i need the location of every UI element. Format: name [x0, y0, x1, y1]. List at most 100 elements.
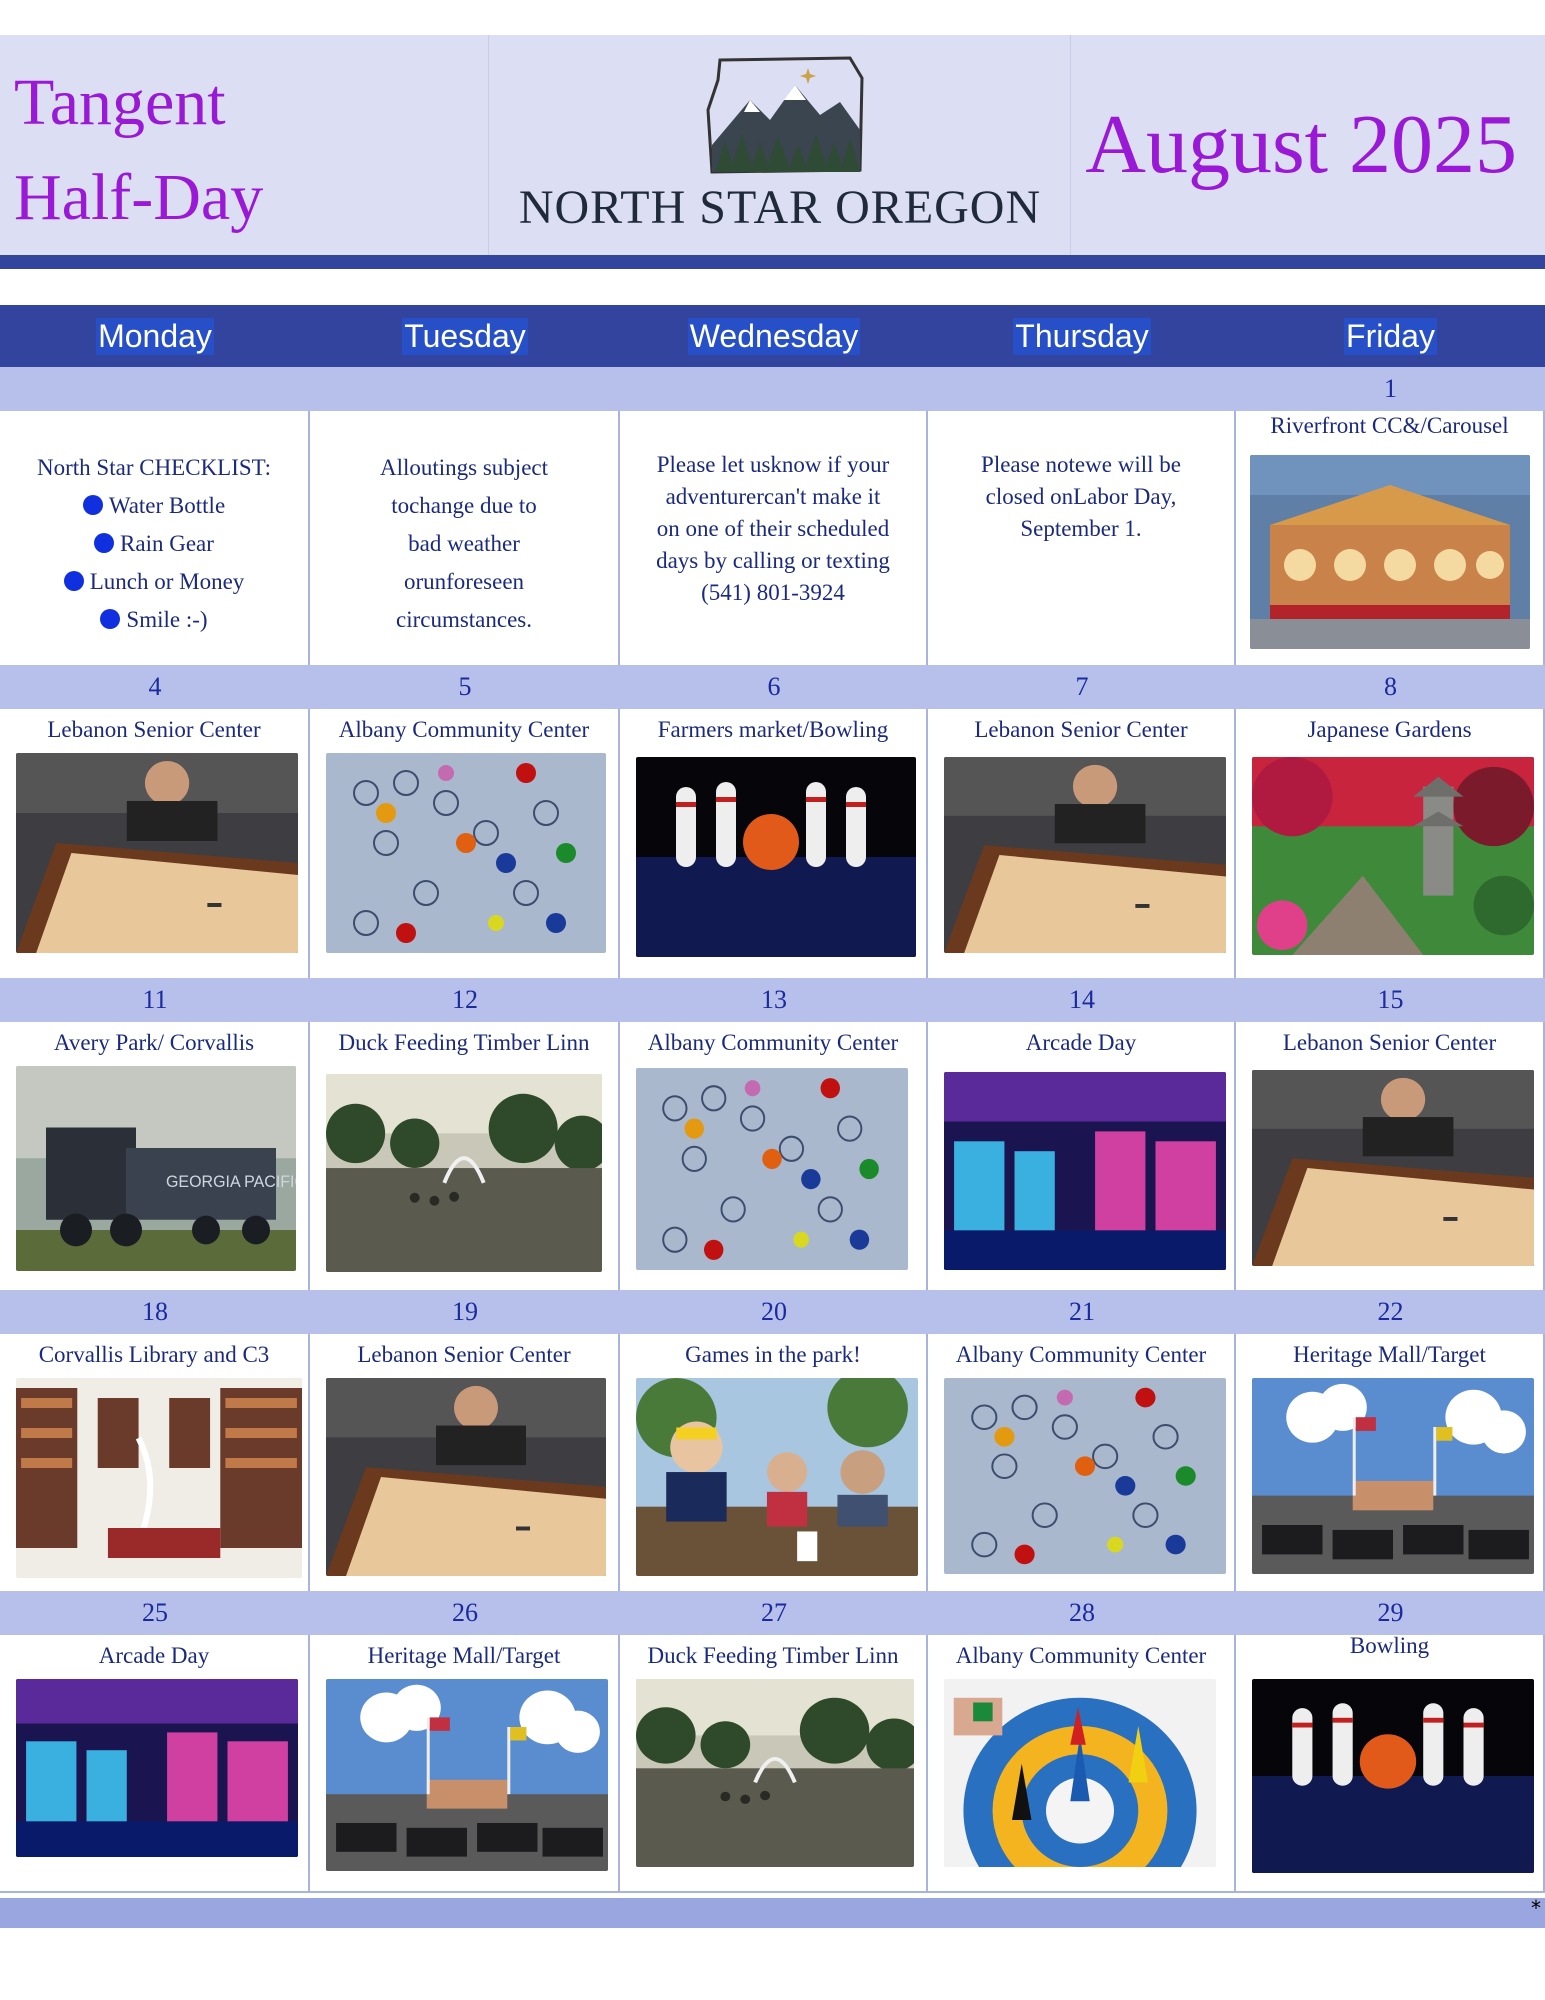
closure-note-cell: Please notewe will be closed onLabor Day…: [928, 411, 1236, 665]
date-number: 14: [1069, 985, 1095, 1014]
day-cell: Japanese Gardens: [1236, 709, 1545, 978]
header-divider: [1070, 35, 1071, 255]
day-cell: Lebanon Senior Center: [310, 1334, 620, 1591]
note-line: Please let usknow if your: [656, 452, 890, 477]
arcade-photo: [944, 1072, 1226, 1270]
activity-title: Corvallis Library and C3: [38, 1342, 270, 1367]
activity-title: Farmers market/Bowling: [657, 717, 889, 742]
note-line: on one of their scheduled: [656, 516, 890, 541]
mall-photo: [326, 1679, 608, 1871]
activity-title: Lebanon Senior Center: [1282, 1030, 1497, 1055]
shuffleboard-photo: [326, 1378, 606, 1576]
day-label: Tuesday: [402, 317, 528, 355]
library-photo: [16, 1378, 302, 1578]
checklist-item: Rain Gear: [8, 525, 300, 563]
note-line: circumstances.: [395, 607, 533, 632]
svg-text:GEORGIA PACIFIC: GEORGIA PACIFIC: [166, 1173, 296, 1191]
date-number: 15: [1377, 985, 1404, 1014]
checklist: North Star CHECKLIST: Water Bottle Rain …: [8, 449, 300, 639]
date-number: 20: [761, 1297, 787, 1326]
note-line: bad weather: [408, 531, 520, 556]
program-title-line1: Tangent: [14, 66, 226, 139]
contact-note-cell: Please let usknow if your adventurercan'…: [620, 411, 928, 665]
checklist-item-label: Water Bottle: [108, 493, 226, 518]
day-header-tuesday: Tuesday: [310, 305, 620, 367]
program-title-line2: Half-Day: [14, 161, 264, 234]
weather-note-cell: Alloutings subject tochange due to bad w…: [310, 411, 620, 665]
checklist-cell: North Star CHECKLIST: Water Bottle Rain …: [0, 411, 310, 665]
activity-title: Bowling: [1349, 1633, 1430, 1658]
checklist-item: Smile :-): [8, 601, 300, 639]
day-header-wednesday: Wednesday: [620, 305, 928, 367]
note-line: September 1.: [1020, 516, 1142, 541]
date-number: 29: [1377, 1598, 1404, 1627]
date-number: 6: [767, 672, 781, 701]
footer-mark: *: [1531, 1896, 1541, 1920]
day-cell: Riverfront CC&/Carousel: [1236, 411, 1545, 665]
date-number: 12: [452, 985, 478, 1014]
day-cell: Albany Community Center: [928, 1635, 1236, 1891]
checklist-item-label: Lunch or Money: [89, 569, 245, 594]
date-number: 26: [452, 1598, 478, 1627]
program-title: Tangent Half-Day: [14, 55, 263, 245]
day-cell: Lebanon Senior Center: [1236, 1022, 1545, 1290]
train-photo: GEORGIA PACIFIC: [16, 1066, 296, 1271]
day-cell: Duck Feeding Timber Linn: [620, 1635, 928, 1891]
day-cell: Bowling: [1236, 1633, 1545, 1891]
date-number: 11: [142, 985, 168, 1014]
day-label: Thursday: [1013, 317, 1151, 355]
note-line: closed onLabor Day,: [985, 484, 1177, 509]
activity-title: Heritage Mall/Target: [367, 1643, 561, 1668]
board-game-photo: [944, 1378, 1226, 1574]
date-number: 13: [761, 985, 787, 1014]
footer-bar: [0, 1898, 1545, 1928]
day-label: Wednesday: [687, 317, 861, 355]
checklist-heading: North Star CHECKLIST:: [37, 455, 271, 480]
day-cell: Corvallis Library and C3: [0, 1334, 310, 1591]
date-number: 22: [1377, 1297, 1404, 1326]
activity-title: Albany Community Center: [338, 717, 590, 742]
day-header-thursday: Thursday: [928, 305, 1236, 367]
date-number: 28: [1069, 1598, 1095, 1627]
day-cell: Heritage Mall/Target: [1236, 1334, 1545, 1591]
shuffleboard-photo: [16, 753, 298, 953]
note-line: Alloutings subject: [379, 455, 549, 480]
park-group-photo: [636, 1378, 918, 1576]
day-header-friday: Friday: [1236, 305, 1545, 367]
board-game-photo: [636, 1068, 908, 1270]
day-label: Friday: [1344, 317, 1437, 355]
day-cell: Albany Community Center: [310, 709, 620, 978]
date-number: 18: [142, 1297, 168, 1326]
board-game-photo: [326, 753, 606, 953]
bowling-photo: [636, 757, 916, 957]
bullet-icon: [82, 495, 103, 515]
activity-title: Albany Community Center: [955, 1342, 1207, 1367]
date-number: 5: [458, 672, 472, 701]
mall-photo: [1252, 1378, 1534, 1574]
bullet-icon: [63, 571, 84, 591]
pond-photo: [636, 1679, 914, 1867]
checklist-item: Lunch or Money: [8, 563, 300, 601]
activity-title: Duck Feeding Timber Linn: [338, 1030, 590, 1055]
date-number: 1: [1384, 374, 1397, 403]
day-cell: Lebanon Senior Center: [928, 709, 1236, 978]
header-rule: [0, 255, 1545, 269]
note-line: orunforeseen: [403, 569, 525, 594]
activity-title: Lebanon Senior Center: [974, 717, 1188, 742]
activity-title: Albany Community Center: [955, 1643, 1207, 1668]
note-line: Please notewe will be: [981, 452, 1181, 477]
activity-title: Avery Park/ Corvallis: [53, 1030, 255, 1055]
header-divider: [488, 35, 489, 255]
activity-title: Albany Community Center: [647, 1030, 899, 1055]
day-cell: Farmers market/Bowling: [620, 709, 928, 978]
day-label: Monday: [96, 317, 214, 355]
ludo-photo: [944, 1679, 1216, 1867]
bowling-photo: [1252, 1679, 1534, 1873]
shuffleboard-photo: [944, 757, 1226, 953]
day-cell: Lebanon Senior Center: [0, 709, 310, 978]
activity-title: Games in the park!: [685, 1342, 861, 1367]
contact-note: Please let usknow if your adventurercan'…: [628, 449, 918, 609]
bullet-icon: [94, 533, 115, 553]
checklist-item: Water Bottle: [8, 487, 300, 525]
pond-photo: [326, 1074, 602, 1272]
